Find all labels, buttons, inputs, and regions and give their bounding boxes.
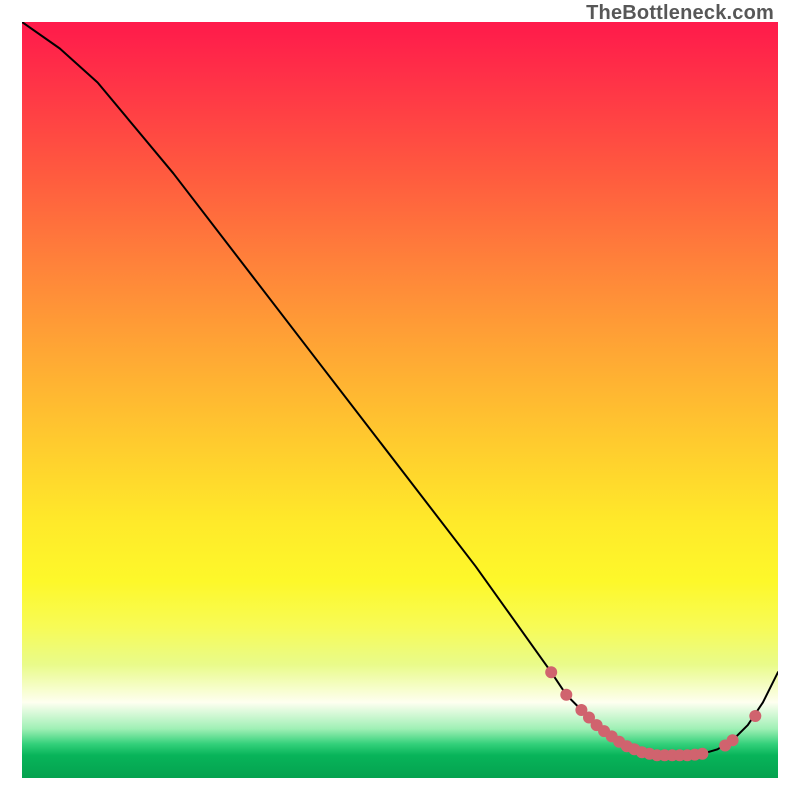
curve-markers [545,666,761,761]
frame-bottom [0,778,800,800]
watermark-text: TheBottleneck.com [586,2,774,25]
plot-area [22,22,778,778]
curve-layer [22,22,778,778]
curve-marker [545,666,557,678]
frame-left [0,0,22,800]
curve-marker [749,710,761,722]
curve-marker [560,689,572,701]
curve-marker [727,734,739,746]
frame-right [778,0,800,800]
chart-container: TheBottleneck.com [0,0,800,800]
bottleneck-curve [22,22,778,755]
curve-marker [696,748,708,760]
